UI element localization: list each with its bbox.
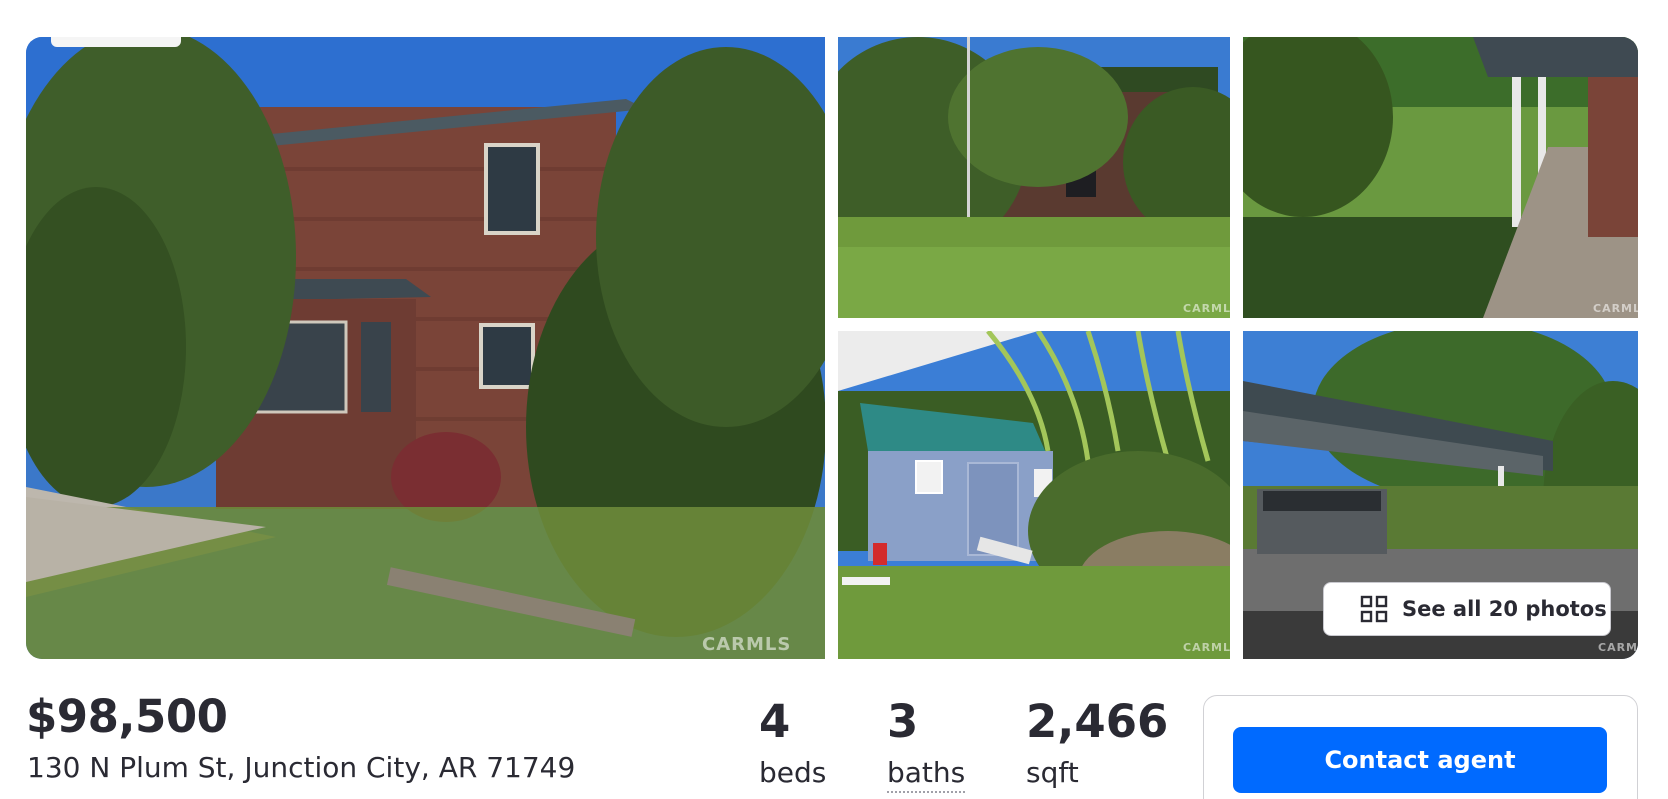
sqft-stat: 2,466 sqft (1026, 695, 1169, 790)
beds-label: beds (759, 756, 827, 789)
shed-photo[interactable]: CARMLS (838, 331, 1230, 659)
grid-icon (1360, 595, 1388, 623)
photo-watermark: CARMLS (1598, 641, 1638, 654)
baths-label[interactable]: baths (887, 756, 966, 793)
sqft-value: 2,466 (1026, 695, 1169, 748)
brand-logo-sliver (746, 0, 906, 3)
photo-watermark: CARMLS (1593, 302, 1638, 315)
contact-agent-button[interactable]: Contact agent (1233, 727, 1607, 793)
photo-watermark: CARMLS (1183, 302, 1230, 315)
listing-address: 130 N Plum St, Junction City, AR 71749 (27, 751, 576, 784)
beds-stat: 4 beds (759, 695, 827, 790)
see-all-photos-label: See all 20 photos (1402, 597, 1607, 621)
baths-stat[interactable]: 3 baths (887, 695, 966, 793)
photo-gallery: CARMLS CARMLS CARMLS (26, 37, 1638, 659)
sqft-label: sqft (1026, 756, 1079, 789)
see-all-photos-button[interactable]: See all 20 photos (1323, 582, 1611, 636)
front-yard-photo[interactable]: CARMLS (838, 37, 1230, 318)
photo-watermark: CARMLS (1183, 641, 1230, 654)
porch-walkway-photo[interactable]: CARMLS (1243, 37, 1638, 318)
beds-value: 4 (759, 695, 791, 748)
listing-price: $98,500 (26, 690, 228, 743)
hero-top-tab (51, 37, 181, 47)
main-listing-photo[interactable]: CARMLS (26, 37, 825, 659)
photo-watermark: CARMLS (702, 634, 792, 655)
baths-value: 3 (887, 695, 919, 748)
